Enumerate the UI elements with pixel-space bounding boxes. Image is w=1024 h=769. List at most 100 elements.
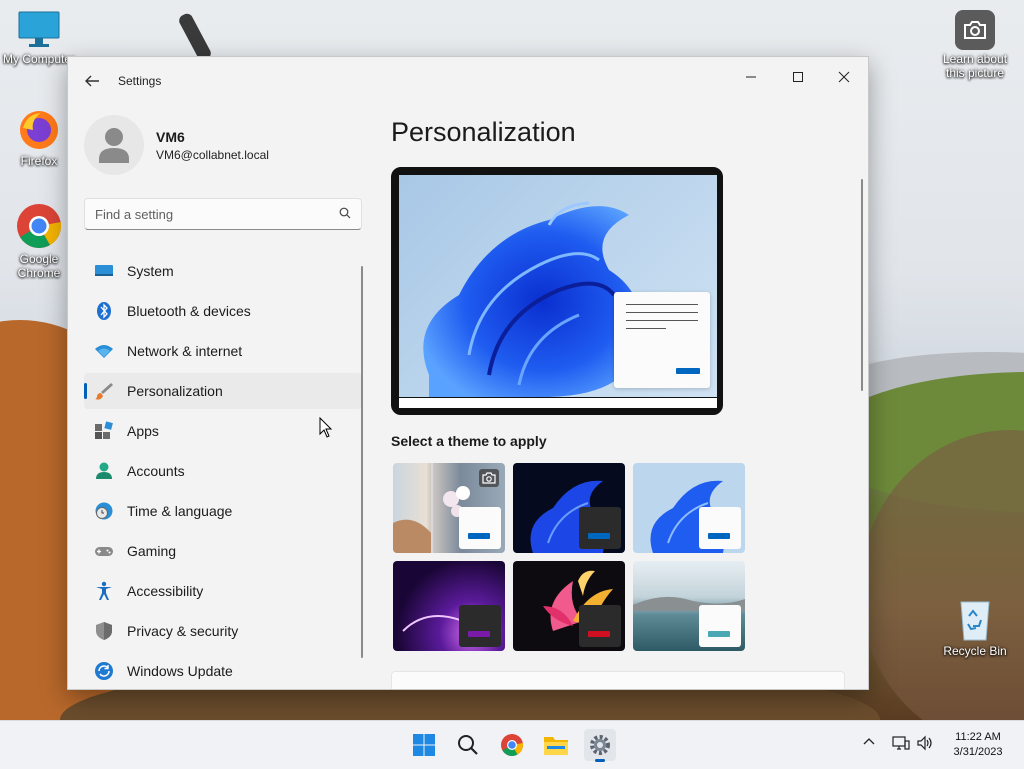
gamepad-icon <box>95 547 113 556</box>
search-icon <box>458 735 478 755</box>
theme-tile-captured-motion[interactable] <box>513 561 625 651</box>
sidebar-item-time-language[interactable]: Time & language <box>84 493 362 529</box>
sidebar-item-label: System <box>127 263 174 279</box>
taskbar-search-button[interactable] <box>452 729 484 761</box>
wifi-icon <box>95 345 113 358</box>
arrow-left-icon <box>85 75 99 87</box>
taskbar-settings-button[interactable] <box>584 729 616 762</box>
close-button[interactable] <box>821 61 867 93</box>
system-icon <box>95 265 113 276</box>
sidebar-scrollbar[interactable] <box>361 266 363 658</box>
sidebar-item-gaming[interactable]: Gaming <box>84 533 362 569</box>
theme-preview-window <box>579 605 621 647</box>
sidebar-item-label: Windows Update <box>127 663 233 679</box>
theme-preview-window <box>459 605 501 647</box>
theme-accent-swatch <box>468 533 490 539</box>
bluetooth-icon <box>97 302 111 320</box>
theme-preview-window <box>579 507 621 549</box>
title-bar: Settings <box>68 57 868 105</box>
settings-window: Settings VM6 VM6@collabnet.local Find a … <box>67 56 869 690</box>
preview-line <box>626 328 666 329</box>
sidebar-item-label: Accessibility <box>127 583 204 599</box>
preview-line <box>626 312 698 313</box>
sidebar-item-label: Accounts <box>127 463 185 479</box>
sidebar-item-label: Apps <box>127 423 159 439</box>
taskbar-chrome-button[interactable] <box>496 729 528 761</box>
show-hidden-icons-button[interactable] <box>862 735 876 752</box>
desktop-icon-label: Learn about this picture <box>942 52 1008 80</box>
network-status-button[interactable] <box>892 735 910 754</box>
file-explorer-icon <box>544 737 568 755</box>
taskbar-clock[interactable]: 11:22 AM 3/31/2023 <box>944 730 1012 760</box>
recycle-bin-icon <box>955 598 995 642</box>
theme-tile-windows-dark[interactable] <box>513 463 625 553</box>
preview-wallpaper <box>399 175 717 397</box>
person-icon <box>96 462 112 479</box>
sidebar-item-windows-update[interactable]: Windows Update <box>84 653 362 689</box>
desktop-icon-learn-about-picture[interactable]: Learn about this picture <box>936 10 1014 80</box>
sidebar-item-label: Personalization <box>127 383 223 399</box>
theme-tile-flow[interactable] <box>633 561 745 651</box>
start-button[interactable] <box>408 729 440 761</box>
settings-icon <box>590 735 610 755</box>
clock-globe-icon <box>95 502 113 520</box>
preview-button <box>676 368 700 374</box>
themes-heading: Select a theme to apply <box>391 433 547 449</box>
sidebar-item-label: Network & internet <box>127 343 243 359</box>
theme-preview-window <box>699 507 741 549</box>
close-icon <box>838 71 850 83</box>
settings-card[interactable] <box>391 671 845 689</box>
sidebar-item-privacy[interactable]: Privacy & security <box>84 613 362 649</box>
theme-accent-swatch <box>468 631 490 637</box>
monitor-icon <box>17 10 61 50</box>
main-scrollbar[interactable] <box>861 179 863 391</box>
page-title: Personalization <box>391 117 576 147</box>
theme-accent-swatch <box>708 631 730 637</box>
desktop-icon-label: My Computer <box>2 52 76 66</box>
preview-line <box>626 304 698 305</box>
search-input[interactable]: Find a setting <box>84 198 362 230</box>
selection-indicator <box>84 383 87 399</box>
search-placeholder: Find a setting <box>95 207 174 222</box>
user-icon <box>99 128 129 163</box>
sidebar-nav: System Bluetooth & devices Network & int… <box>84 253 362 689</box>
running-indicator <box>595 759 605 762</box>
theme-accent-swatch <box>708 533 730 539</box>
theme-tile-glow[interactable] <box>393 561 505 651</box>
window-title: Settings <box>118 74 162 88</box>
theme-tile-windows-light[interactable] <box>633 463 745 553</box>
sidebar-item-label: Privacy & security <box>127 623 239 639</box>
taskbar-file-explorer-button[interactable] <box>540 729 572 761</box>
sidebar-item-personalization[interactable]: Personalization <box>84 373 362 409</box>
start-icon <box>413 734 435 756</box>
camera-icon <box>955 10 995 50</box>
chrome-icon <box>501 734 523 756</box>
volume-button[interactable] <box>916 735 934 754</box>
theme-accent-swatch <box>588 631 610 637</box>
desktop-icon-recycle-bin[interactable]: Recycle Bin <box>936 598 1014 658</box>
back-button[interactable] <box>80 69 104 93</box>
chevron-up-icon <box>863 738 875 745</box>
preview-window <box>614 292 710 388</box>
minimize-button[interactable] <box>728 61 774 93</box>
maximize-icon <box>793 72 803 82</box>
network-icon <box>892 736 910 750</box>
sidebar-item-label: Bluetooth & devices <box>127 303 251 319</box>
chrome-icon <box>15 202 63 250</box>
desktop-icon-label: Google Chrome <box>17 252 61 280</box>
sidebar-item-network[interactable]: Network & internet <box>84 333 362 369</box>
sidebar-item-bluetooth[interactable]: Bluetooth & devices <box>84 293 362 329</box>
theme-preview-window <box>459 507 501 549</box>
theme-accent-swatch <box>588 533 610 539</box>
sidebar-item-accounts[interactable]: Accounts <box>84 453 362 489</box>
maximize-button[interactable] <box>775 61 821 93</box>
sidebar-item-accessibility[interactable]: Accessibility <box>84 573 362 609</box>
avatar[interactable] <box>84 115 144 175</box>
background-horn <box>177 11 213 63</box>
sidebar-item-label: Gaming <box>127 543 177 559</box>
theme-tile-spotlight[interactable] <box>393 463 505 553</box>
preview-line <box>626 320 698 321</box>
apps-icon <box>95 421 113 439</box>
sidebar-item-system[interactable]: System <box>84 253 362 289</box>
clock-time: 11:22 AM <box>955 731 1001 743</box>
